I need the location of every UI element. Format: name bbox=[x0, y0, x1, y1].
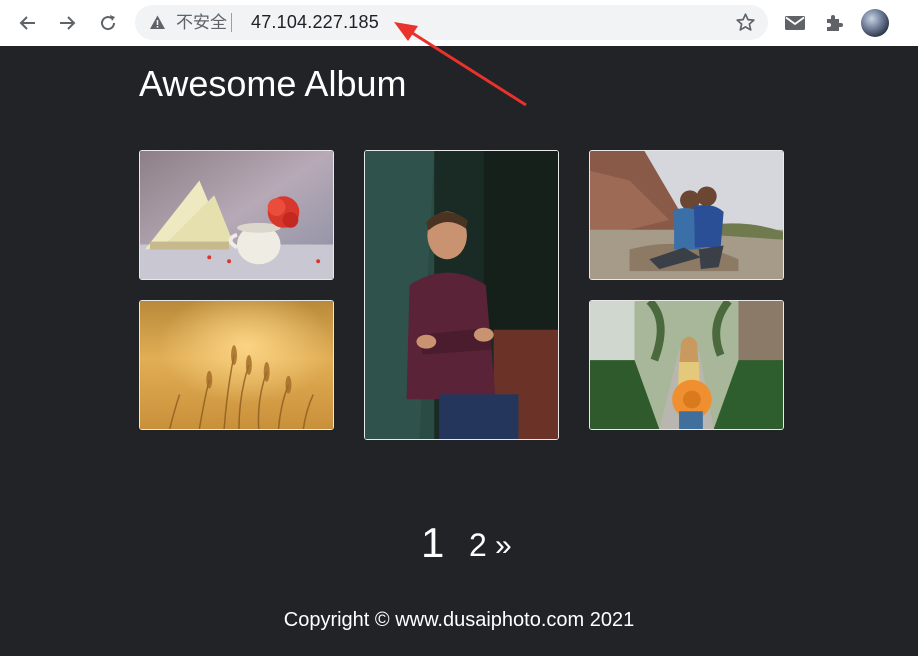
mail-icon[interactable] bbox=[783, 11, 807, 35]
photo-children-hug[interactable] bbox=[589, 150, 784, 280]
photo-teacup-flower[interactable] bbox=[139, 150, 334, 280]
puzzle-icon[interactable] bbox=[823, 11, 847, 35]
pagination-page-2-link[interactable]: 2 bbox=[469, 527, 487, 563]
reload-icon[interactable] bbox=[94, 9, 122, 37]
security-label[interactable]: 不安全 bbox=[176, 12, 227, 33]
photo-wheat-field[interactable] bbox=[139, 300, 334, 430]
browser-toolbar: 不安全 47.104.227.185 bbox=[0, 0, 918, 46]
bookmark-star-icon[interactable] bbox=[735, 12, 756, 33]
page-title: Awesome Album bbox=[139, 63, 407, 104]
back-arrow-icon[interactable] bbox=[14, 9, 42, 37]
address-bar[interactable]: 不安全 47.104.227.185 bbox=[135, 5, 768, 40]
separator bbox=[231, 13, 232, 32]
footer-copyright: Copyright © www.dusaiphoto.com 2021 bbox=[283, 609, 635, 631]
photo-woman-hat[interactable] bbox=[589, 300, 784, 430]
profile-avatar[interactable] bbox=[861, 9, 889, 37]
url-text[interactable]: 47.104.227.185 bbox=[251, 11, 379, 33]
pagination-current-page: 1 bbox=[421, 519, 445, 566]
forward-arrow-icon[interactable] bbox=[53, 9, 81, 37]
pagination-next-arrow[interactable]: » bbox=[495, 530, 512, 562]
photo-man-portrait[interactable] bbox=[364, 150, 559, 440]
warning-icon[interactable] bbox=[149, 14, 166, 31]
